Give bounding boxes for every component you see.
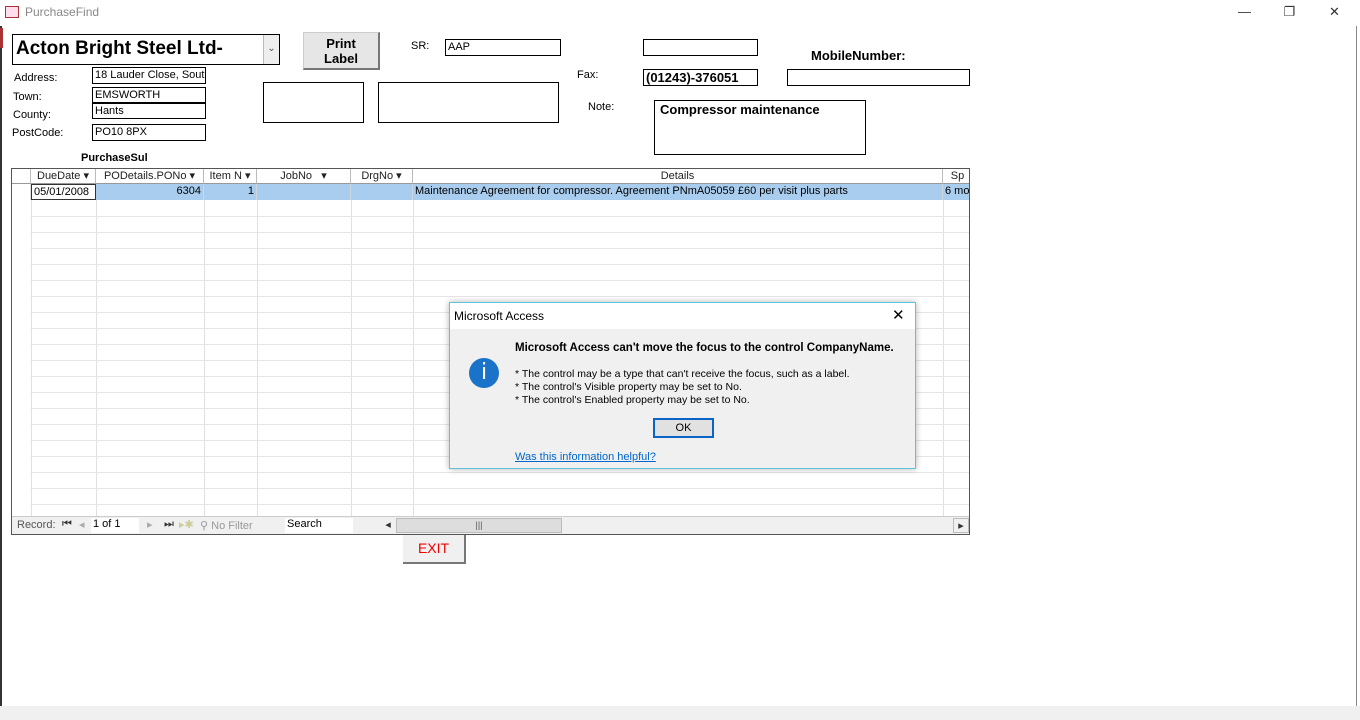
info-icon: i bbox=[469, 358, 499, 388]
company-value: Acton Bright Steel Ltd- bbox=[16, 38, 223, 59]
scroll-right-button[interactable]: ▸ bbox=[953, 518, 969, 533]
cell-itemno[interactable]: 1 bbox=[204, 184, 257, 200]
postcode-field[interactable]: PO10 8PX bbox=[92, 124, 206, 141]
restore-button[interactable]: ❐ bbox=[1267, 0, 1312, 24]
cell-sp[interactable]: 6 mo bbox=[943, 184, 969, 200]
sr-field[interactable]: AAP bbox=[445, 39, 561, 56]
exit-button[interactable]: EXIT bbox=[403, 535, 466, 564]
company-combo[interactable]: Acton Bright Steel Ltd- ⌄ bbox=[12, 34, 280, 65]
cell-drgno[interactable] bbox=[351, 184, 413, 200]
postcode-label: PostCode: bbox=[12, 127, 64, 139]
grid-row-line bbox=[30, 216, 969, 217]
subform-label: PurchaseSul bbox=[81, 152, 148, 164]
last-record-button[interactable]: ⏭ bbox=[164, 518, 174, 531]
select-all-corner[interactable] bbox=[12, 169, 31, 184]
chevron-down-icon[interactable]: ⌄ bbox=[263, 35, 279, 64]
close-window-button[interactable]: ✕ bbox=[1312, 0, 1357, 24]
ok-button[interactable]: OK bbox=[653, 418, 714, 438]
sr-label: SR: bbox=[411, 40, 430, 52]
print-label-button[interactable]: Print Label bbox=[303, 32, 380, 70]
grid-row-line bbox=[30, 296, 969, 297]
title-bar: PurchaseFind — ❐ ✕ bbox=[0, 0, 1360, 26]
grid-row-line bbox=[30, 504, 969, 505]
filter-icon: ⚲ bbox=[200, 520, 209, 532]
record-navigation-bar: Record: ⏮ ◂ 1 of 1 ▸ ⏭ ▸✱ ⚲ No Filter Se… bbox=[12, 516, 969, 534]
dialog-title: Microsoft Access bbox=[454, 309, 545, 323]
first-record-button[interactable]: ⏮ bbox=[62, 518, 72, 531]
search-input[interactable]: Search bbox=[285, 518, 353, 533]
grid-row-line bbox=[30, 264, 969, 265]
cell-pono[interactable]: 6304 bbox=[96, 184, 204, 200]
dialog-details: * The control may be a type that can't r… bbox=[515, 368, 850, 407]
column-header-sp[interactable]: Sp bbox=[943, 169, 969, 184]
address-field[interactable]: 18 Lauder Close, South bbox=[92, 67, 206, 84]
dialog-title-bar: Microsoft Access ✕ bbox=[450, 303, 915, 329]
blank-field-2[interactable] bbox=[378, 82, 559, 123]
note-field[interactable]: Compressor maintenance bbox=[654, 100, 866, 155]
next-record-button[interactable]: ▸ bbox=[147, 518, 153, 531]
dialog-close-button[interactable]: ✕ bbox=[892, 306, 905, 324]
side-marker bbox=[0, 28, 3, 48]
county-label: County: bbox=[13, 109, 51, 121]
cell-duedate[interactable]: 05/01/2008 bbox=[31, 184, 96, 200]
grid-row-line bbox=[30, 280, 969, 281]
dialog-line: * The control's Visible property may be … bbox=[515, 381, 742, 393]
dialog-line: * The control's Enabled property may be … bbox=[515, 394, 750, 406]
prev-record-button[interactable]: ◂ bbox=[79, 518, 85, 531]
address-label: Address: bbox=[14, 72, 58, 84]
dialog-line: * The control may be a type that can't r… bbox=[515, 368, 850, 380]
fax-field[interactable]: (01243)-376051 bbox=[643, 69, 758, 86]
record-position-input[interactable]: 1 of 1 bbox=[91, 518, 139, 533]
status-bar bbox=[0, 706, 1360, 720]
cell-jobno[interactable] bbox=[257, 184, 351, 200]
error-dialog: Microsoft Access ✕ i Microsoft Access ca… bbox=[449, 302, 916, 469]
help-link[interactable]: Was this information helpful? bbox=[515, 451, 656, 463]
town-field[interactable]: EMSWORTH bbox=[92, 87, 206, 103]
column-header-details[interactable]: Details bbox=[413, 169, 943, 184]
horizontal-scrollbar-thumb[interactable]: ||| bbox=[396, 518, 562, 533]
form-icon bbox=[5, 6, 19, 18]
column-header-drgno[interactable]: DrgNo ▾ bbox=[351, 169, 413, 184]
mobile-field[interactable] bbox=[787, 69, 970, 86]
fax-label: Fax: bbox=[577, 69, 599, 81]
cell-details[interactable]: Maintenance Agreement for compressor. Ag… bbox=[413, 184, 943, 200]
scroll-left-button[interactable]: ◂ bbox=[380, 518, 396, 533]
minimize-button[interactable]: — bbox=[1222, 0, 1267, 24]
column-header-pono[interactable]: PODetails.PONo ▾ bbox=[96, 169, 204, 184]
phone-field[interactable] bbox=[643, 39, 758, 56]
new-record-button[interactable]: ▸✱ bbox=[179, 518, 194, 531]
mobile-label: MobileNumber: bbox=[811, 48, 906, 63]
column-header-jobno[interactable]: JobNo ▾ bbox=[257, 169, 351, 184]
no-filter-button[interactable]: ⚲ No Filter bbox=[200, 519, 253, 532]
window-right-border bbox=[1356, 26, 1357, 706]
column-header-itemno[interactable]: Item N ▾ bbox=[204, 169, 257, 184]
blank-field-1[interactable] bbox=[263, 82, 364, 123]
note-label: Note: bbox=[588, 101, 615, 113]
record-label: Record: bbox=[17, 519, 56, 531]
window-title: PurchaseFind bbox=[25, 5, 100, 19]
town-label: Town: bbox=[13, 91, 42, 103]
grid-row-line bbox=[30, 232, 969, 233]
column-header-duedate[interactable]: DueDate ▾ bbox=[31, 169, 96, 184]
grid-row-line bbox=[30, 248, 969, 249]
grid-row-line bbox=[30, 488, 969, 489]
dialog-heading: Microsoft Access can't move the focus to… bbox=[515, 342, 894, 354]
window-left-border bbox=[0, 26, 2, 706]
print-label-line2: Label bbox=[324, 51, 358, 66]
print-label-line1: Print bbox=[326, 36, 356, 51]
county-field[interactable]: Hants bbox=[92, 103, 206, 119]
grid-row-line bbox=[30, 472, 969, 473]
row-selector[interactable] bbox=[12, 184, 31, 200]
